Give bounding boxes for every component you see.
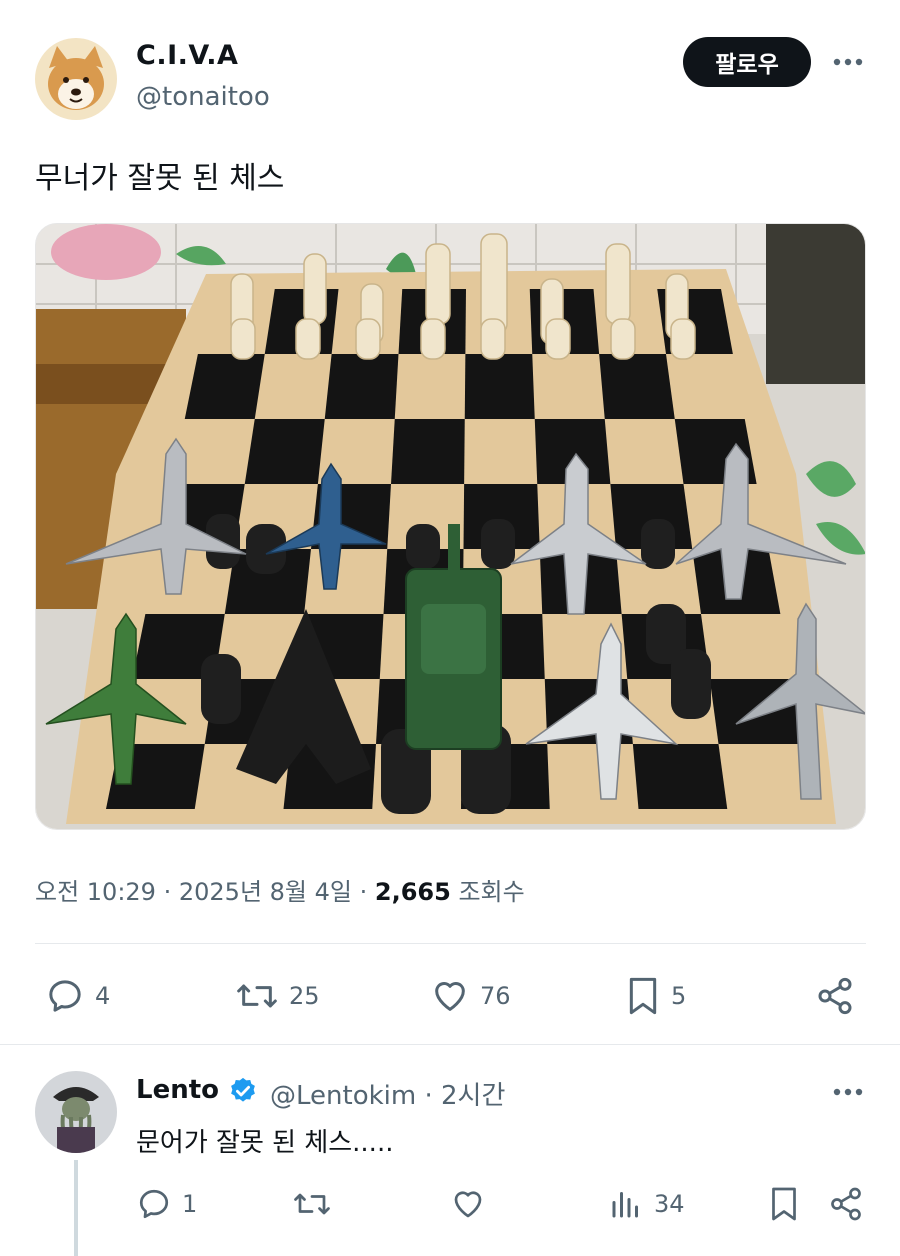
share-icon — [831, 1187, 861, 1221]
reply-author-handle[interactable]: @Lentokim — [270, 1081, 416, 1111]
author-name[interactable]: C.I.V.A — [136, 40, 238, 71]
reply-author-avatar[interactable] — [35, 1071, 117, 1153]
share-icon — [818, 977, 852, 1015]
repost-icon — [237, 984, 277, 1008]
repost-button[interactable]: 25 — [235, 970, 320, 1022]
octopus-captain-avatar-icon — [35, 1071, 117, 1153]
heart-icon — [454, 1191, 482, 1218]
reply-action-bar: 1 34 — [136, 1180, 866, 1228]
bookmark-button[interactable] — [768, 1180, 800, 1228]
share-button[interactable] — [815, 970, 855, 1022]
verified-badge-icon — [228, 1076, 258, 1106]
thread-line — [74, 1160, 78, 1256]
bookmark-icon — [629, 977, 657, 1015]
like-button[interactable] — [450, 1180, 486, 1228]
view-count: 34 — [654, 1190, 685, 1218]
reply-button[interactable]: 1 — [136, 1180, 197, 1228]
reply-icon — [49, 980, 81, 1012]
meta-separator: · — [424, 1081, 442, 1111]
view-count: 2,665 — [374, 878, 451, 906]
post-text: 무너가 잘못 된 체스 — [35, 161, 285, 196]
post-meta: 오전 10:29 · 2025년 8월 4일 · 2,665 조회수 — [35, 872, 525, 907]
post-image[interactable] — [35, 223, 866, 830]
repost-button[interactable] — [292, 1180, 332, 1228]
reply-icon — [139, 1189, 169, 1219]
board-square — [599, 354, 675, 419]
reply-count: 4 — [95, 982, 111, 1010]
like-count: 76 — [480, 982, 511, 1010]
author-handle[interactable]: @tonaitoo — [136, 82, 270, 112]
reply-author-name[interactable]: Lento — [136, 1075, 219, 1105]
meta-separator: · — [359, 878, 375, 906]
post-time[interactable]: 오전 10:29 — [35, 878, 156, 906]
chessboard-photo-icon — [36, 224, 865, 829]
reply-time[interactable]: 2시간 — [441, 1081, 505, 1111]
like-button[interactable]: 76 — [430, 970, 511, 1022]
board-square — [391, 419, 465, 484]
action-bar: 4 25 76 5 — [35, 970, 866, 1022]
meta-separator: · — [163, 878, 179, 906]
more-options-icon[interactable] — [830, 1074, 866, 1110]
board-square — [244, 419, 325, 484]
post-date[interactable]: 2025년 8월 4일 — [179, 878, 352, 906]
heart-icon — [435, 982, 465, 1011]
bookmark-icon — [772, 1187, 796, 1221]
bookmark-count: 5 — [671, 982, 687, 1010]
reply-count: 1 — [182, 1190, 198, 1218]
board-square — [184, 354, 265, 419]
repost-count: 25 — [289, 982, 320, 1010]
views-button[interactable]: 34 — [608, 1180, 685, 1228]
follow-button[interactable]: 팔로우 — [683, 37, 811, 87]
more-options-icon[interactable] — [830, 44, 866, 80]
reply-text: 문어가 잘못 된 체스..... — [136, 1128, 394, 1158]
bookmark-button[interactable]: 5 — [625, 970, 686, 1022]
shiba-dog-avatar-icon — [35, 38, 117, 120]
divider — [35, 943, 866, 944]
share-button[interactable] — [828, 1180, 864, 1228]
board-square — [324, 354, 399, 419]
reply-button[interactable]: 4 — [45, 970, 110, 1022]
divider — [0, 1044, 900, 1045]
analytics-icon — [612, 1192, 638, 1218]
author-avatar[interactable] — [35, 38, 117, 120]
board-square — [632, 744, 728, 809]
repost-icon — [294, 1193, 330, 1215]
reply-author-meta: @Lentokim · 2시간 — [270, 1075, 505, 1112]
board-square — [464, 354, 535, 419]
view-label: 조회수 — [458, 878, 525, 906]
